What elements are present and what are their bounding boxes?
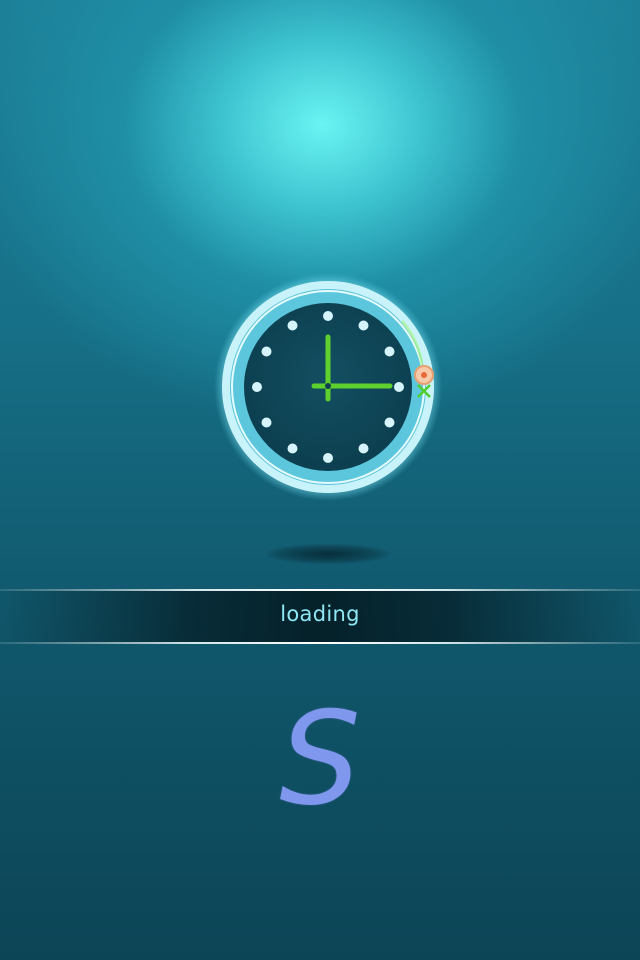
loading-bar-bottom-line [0, 642, 640, 644]
app-logo: S [279, 685, 361, 834]
clock-icon [214, 273, 442, 501]
clock-shadow [266, 544, 390, 564]
loading-label: loading [280, 602, 360, 626]
loading-bar-top-line [0, 589, 640, 591]
